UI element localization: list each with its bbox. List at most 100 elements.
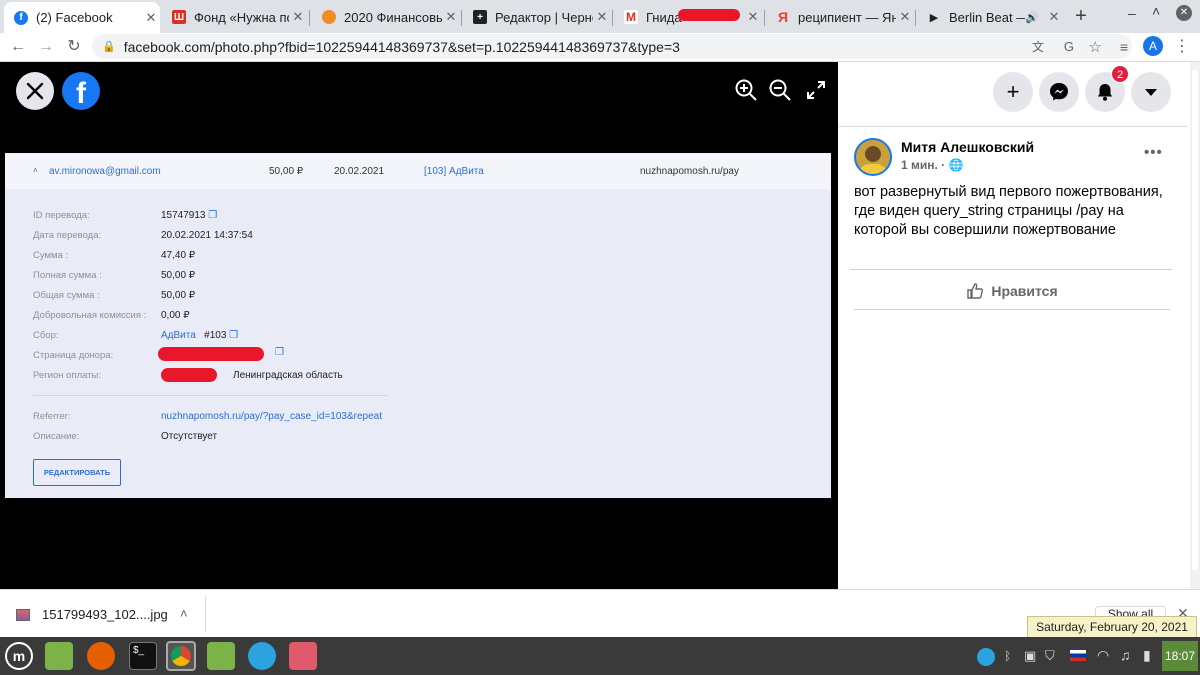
profile-avatar[interactable]: A: [1143, 36, 1163, 56]
image-viewer-icon[interactable]: [289, 642, 317, 670]
file-manager-icon[interactable]: [45, 642, 73, 670]
facebook-logo-icon[interactable]: f: [62, 72, 100, 110]
image-file-icon: [16, 609, 30, 621]
close-window-icon[interactable]: ✕: [1176, 5, 1192, 21]
close-tab-icon[interactable]: ✕: [744, 9, 762, 25]
receipt-screenshot: ˄ av.mironowa@gmail.com 50,00 ₽ 20.02.20…: [5, 153, 831, 498]
post-text: вот развернутый вид первого пожертвовани…: [854, 184, 1163, 238]
terminal-icon[interactable]: $_: [129, 642, 157, 670]
firefox-icon[interactable]: [87, 642, 115, 670]
chevron-up-icon: ˄: [33, 166, 38, 175]
tab-strip: f (2) Facebook ✕ Ш Фонд «Нужна пом ✕ 202…: [0, 0, 1200, 33]
telegram-tray-icon[interactable]: [977, 648, 995, 666]
post-side-panel: + 2 Митя Алешковский 1 мин. · 🌐 ••• вот …: [838, 62, 1200, 589]
play-icon: ▶: [929, 11, 939, 24]
download-filename[interactable]: 151799493_102....jpg: [42, 607, 168, 622]
row-label: Сумма :: [33, 250, 69, 261]
battery-icon[interactable]: ▮: [1143, 647, 1151, 664]
close-icon: [26, 82, 44, 100]
foundation-icon: Ш: [172, 10, 186, 24]
close-tab-icon[interactable]: ✕: [1045, 9, 1063, 25]
zoom-out-icon[interactable]: [768, 78, 792, 102]
translate-icon[interactable]: 文: [1032, 38, 1044, 55]
minimize-window-icon[interactable]: –: [1128, 5, 1136, 21]
bluetooth-icon[interactable]: ᛒ: [1004, 649, 1011, 663]
redaction-mark: [161, 368, 217, 382]
tab-divider: [309, 10, 310, 26]
globe-icon: 🌐: [948, 158, 964, 172]
new-tab-button[interactable]: +: [1068, 4, 1094, 30]
like-button[interactable]: Нравится: [854, 276, 1170, 306]
keyboard-layout-flag-icon[interactable]: [1070, 650, 1086, 661]
clipboard-icon[interactable]: ▣: [1024, 648, 1036, 664]
row-label: Общая сумма :: [33, 290, 100, 301]
post-time[interactable]: 1 мин. · 🌐: [901, 158, 963, 172]
scrollbar[interactable]: [1190, 62, 1200, 589]
download-options-icon[interactable]: ˄: [180, 606, 188, 621]
author-name[interactable]: Митя Алешковский: [901, 139, 1034, 155]
date-tooltip: Saturday, February 20, 2021: [1027, 616, 1197, 638]
account-menu-button[interactable]: [1131, 72, 1171, 112]
photo-viewer: f ˄ av.mironowa@gmail.com 50,00 ₽ 20.02.…: [0, 62, 838, 589]
address-bar[interactable]: 🔒 facebook.com/photo.php?fbid=1022594414…: [92, 34, 1132, 59]
row-label: Полная сумма :: [33, 270, 102, 281]
post-options-icon[interactable]: •••: [1144, 144, 1163, 161]
close-tab-icon[interactable]: ✕: [142, 10, 160, 26]
zoom-in-icon[interactable]: [734, 78, 758, 102]
messenger-icon: [1050, 83, 1068, 101]
divider: [205, 596, 206, 632]
music-note-icon[interactable]: ♫: [1120, 647, 1131, 663]
clock[interactable]: 18:07: [1162, 641, 1198, 671]
close-tab-icon[interactable]: ✕: [896, 9, 914, 25]
tab-finance[interactable]: 2020 Финансовый ✕: [312, 4, 460, 30]
row-label: Добровольная комиссия :: [33, 310, 147, 321]
donor-email: av.mironowa@gmail.com: [49, 166, 161, 177]
maximize-window-icon[interactable]: ˄: [1152, 3, 1160, 19]
close-tab-icon[interactable]: ✕: [442, 9, 460, 25]
tab-editor[interactable]: + Редактор | Черно ✕: [463, 4, 611, 30]
receipt-header-row: ˄ av.mironowa@gmail.com 50,00 ₽ 20.02.20…: [5, 153, 831, 189]
wifi-icon[interactable]: ◠: [1097, 647, 1109, 664]
tab-divider: [461, 10, 462, 26]
author-avatar[interactable]: [854, 138, 892, 176]
browser-toolbar: ← → ↻ 🔒 facebook.com/photo.php?fbid=1022…: [0, 33, 1200, 62]
close-tab-icon[interactable]: ✕: [593, 9, 611, 25]
lock-icon[interactable]: 🔒: [102, 40, 116, 53]
facebook-icon: f: [14, 10, 28, 25]
google-lens-icon[interactable]: G: [1064, 39, 1074, 54]
close-viewer-button[interactable]: [16, 72, 54, 110]
gmail-icon: M: [624, 10, 638, 24]
menu-dots-icon[interactable]: ⋮: [1172, 37, 1192, 57]
tab-berlin-beat[interactable]: ▶ Berlin Beat — 🔊 ✕: [917, 4, 1063, 30]
tab-facebook[interactable]: f (2) Facebook ✕: [4, 2, 160, 33]
tab-foundation[interactable]: Ш Фонд «Нужна пом ✕: [162, 4, 307, 30]
date-value: 20.02.2021: [334, 166, 385, 177]
folder-icon[interactable]: [207, 642, 235, 670]
description-value: Отсутствует: [161, 431, 218, 442]
fullscreen-icon[interactable]: [806, 80, 826, 100]
caret-down-icon: [1145, 89, 1157, 96]
start-menu-icon[interactable]: m: [5, 642, 33, 670]
row-label: Сбор:: [33, 330, 59, 341]
page-value: nuzhnapomosh.ru/pay: [640, 166, 739, 177]
copy-icon: ❐: [229, 330, 239, 341]
reload-icon[interactable]: ↻: [64, 37, 84, 57]
row-value: 20.02.2021 14:37:54: [161, 230, 253, 241]
tab-yandex[interactable]: Я реципиент — Янд ✕: [766, 4, 914, 30]
download-bar: 151799493_102....jpg ˄ Show all ✕ Saturd…: [0, 589, 1200, 638]
bookmark-star-icon[interactable]: ☆: [1089, 38, 1102, 56]
close-tab-icon[interactable]: ✕: [289, 9, 307, 25]
row-value: АдВита #103 ❐: [161, 330, 239, 341]
forward-arrow-icon[interactable]: →: [36, 37, 56, 57]
thumbs-up-icon: [967, 283, 984, 299]
row-label: Дата перевода:: [33, 230, 102, 241]
messenger-button[interactable]: [1039, 72, 1079, 112]
shield-icon[interactable]: ⛉: [1045, 648, 1055, 664]
chrome-icon[interactable]: [166, 641, 196, 671]
back-arrow-icon[interactable]: ←: [8, 37, 28, 57]
reading-list-icon[interactable]: ≡: [1114, 37, 1134, 57]
telegram-icon[interactable]: [248, 642, 276, 670]
audio-playing-icon[interactable]: 🔊: [1025, 11, 1039, 24]
row-value: 0,00 ₽: [161, 310, 190, 321]
create-button[interactable]: +: [993, 72, 1033, 112]
